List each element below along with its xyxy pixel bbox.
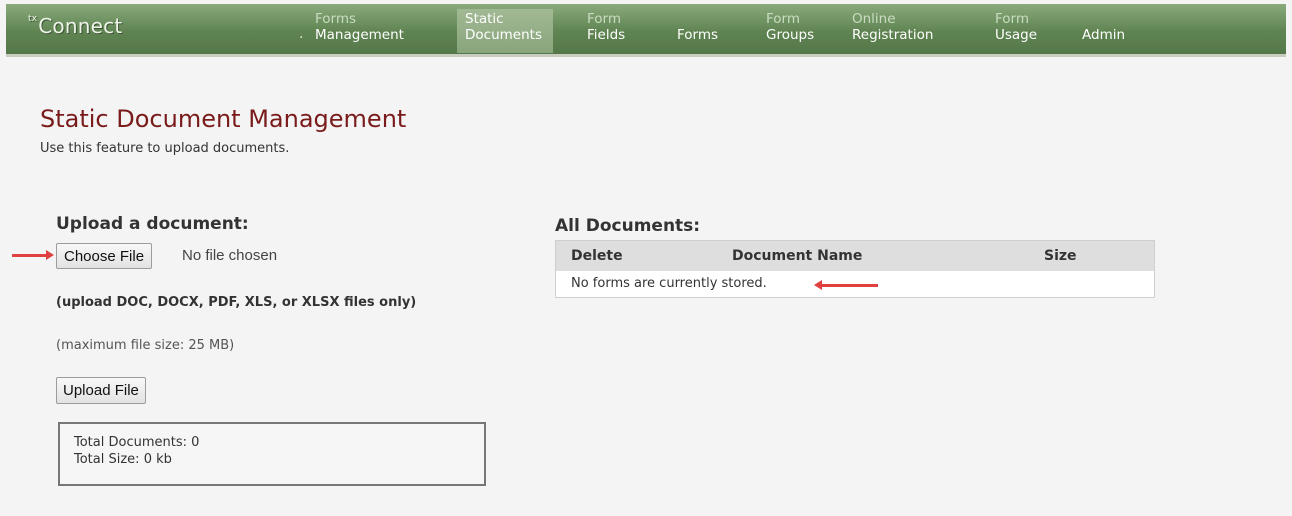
nav-form-groups[interactable]: Form Groups [758, 9, 822, 53]
annotation-arrow [12, 250, 54, 260]
nav-static-documents[interactable]: Static Documents [457, 9, 553, 53]
nav-label-line1: Forms [315, 11, 357, 27]
nav-forms[interactable]: Forms [669, 9, 726, 53]
nav-form-usage[interactable]: Form Usage [987, 9, 1045, 53]
totals-box: Total Documents: 0 Total Size: 0 kb [58, 422, 486, 486]
nav-label-line2: Usage [995, 27, 1038, 43]
page-title: Static Document Management [40, 105, 407, 133]
nav-label-line2: Admin [1082, 27, 1126, 43]
column-header-document-name: Document Name [732, 248, 863, 264]
nav-admin[interactable]: Admin [1074, 9, 1133, 53]
nav-forms-management[interactable]: Forms Management [307, 9, 412, 53]
nav-label-line2: Management [315, 27, 404, 43]
page-frame: txConnect · Forms Management Static Docu… [6, 4, 1286, 516]
empty-table-message: No forms are currently stored. [571, 276, 767, 291]
total-documents: Total Documents: 0 [74, 435, 200, 450]
documents-table: Delete Document Name Size No forms are c… [555, 240, 1155, 298]
nav-online-registration[interactable]: Online Registration [844, 9, 941, 53]
nav-label-line1: Static [465, 11, 504, 27]
column-header-size: Size [1044, 248, 1077, 264]
nav-label-line1: Form [766, 11, 801, 27]
nav-label-line2: Groups [766, 27, 815, 43]
nav-form-fields[interactable]: Form Fields [579, 9, 633, 53]
nav-label-line1: Online [852, 11, 896, 27]
nav-label-line1 [1082, 11, 1125, 27]
upload-heading: Upload a document: [56, 214, 249, 234]
upload-file-button[interactable]: Upload File [56, 377, 146, 404]
table-header: Delete Document Name Size [556, 241, 1154, 271]
page-subtitle: Use this feature to upload documents. [40, 141, 290, 156]
nav-label-line1 [677, 11, 718, 27]
nav-label-line1: Form [587, 11, 622, 27]
nav-label-line2: Documents [465, 27, 542, 43]
logo-text: Connect [38, 14, 123, 38]
max-file-size-note: (maximum file size: 25 MB) [56, 338, 235, 353]
annotation-arrow [814, 280, 878, 290]
file-name-display: No file chosen [182, 247, 278, 264]
nav-label-line2: Fields [587, 27, 626, 43]
nav-label-line2: Registration [852, 27, 934, 43]
nav-separator-dot: · [299, 30, 304, 46]
top-navigation-bar: txConnect · Forms Management Static Docu… [6, 4, 1286, 57]
choose-file-button[interactable]: Choose File [56, 243, 153, 269]
logo-sup: tx [28, 14, 38, 24]
total-size: Total Size: 0 kb [74, 452, 172, 467]
nav-label-line1: Form [995, 11, 1030, 27]
all-documents-heading: All Documents: [555, 216, 701, 236]
allowed-file-types-note: (upload DOC, DOCX, PDF, XLS, or XLSX fil… [56, 295, 417, 310]
nav-label-line2: Forms [677, 27, 719, 43]
txconnect-logo[interactable]: txConnect [28, 14, 122, 38]
column-header-delete: Delete [571, 248, 623, 264]
